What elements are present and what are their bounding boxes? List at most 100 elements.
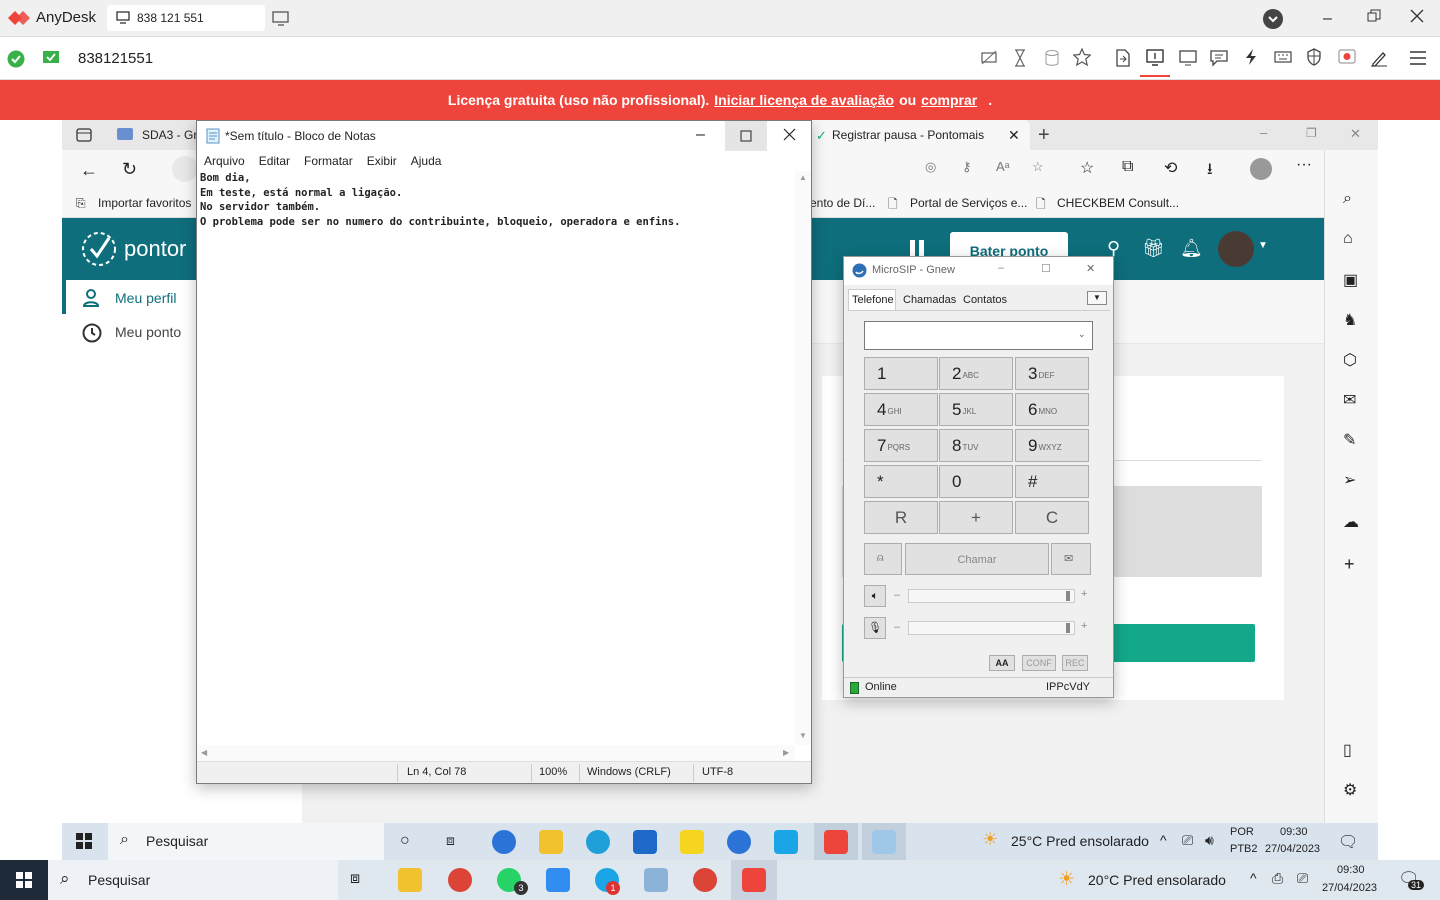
app-f-icon[interactable] xyxy=(546,868,570,892)
minimize-icon[interactable]: – xyxy=(1323,10,1332,28)
call-button[interactable]: Chamar xyxy=(905,543,1049,575)
key-star[interactable]: * xyxy=(864,465,938,498)
close-tab-icon[interactable]: ✕ xyxy=(1008,127,1020,144)
notification-icon[interactable]: 🗨︎ xyxy=(1338,832,1358,852)
sip-maximize-icon[interactable]: ☐ xyxy=(1041,262,1051,275)
chevron-down-icon[interactable]: ⌄ xyxy=(1078,329,1086,340)
search-icon[interactable]: ⌕ xyxy=(1343,190,1352,208)
meet-now-icon[interactable]: ⎙ xyxy=(1272,870,1283,887)
anydesk-local-active[interactable] xyxy=(731,860,777,900)
send-icon[interactable]: ➢ xyxy=(1343,470,1356,490)
sidebar-item-meu-perfil[interactable]: Meu perfil xyxy=(115,290,176,306)
tab-chamadas[interactable]: Chamadas xyxy=(903,294,956,306)
sip-menu-dropdown[interactable]: ▼ xyxy=(1087,291,1107,305)
privacy-icon[interactable] xyxy=(980,49,998,67)
key-r[interactable]: R xyxy=(864,501,938,534)
local-time[interactable]: 09:30 xyxy=(1337,864,1365,876)
gift-icon[interactable]: 🎁︎ xyxy=(1142,238,1165,259)
horizontal-scrollbar[interactable]: ◀ ▶ xyxy=(197,745,795,761)
remote-lang-2[interactable]: PTB2 xyxy=(1230,843,1258,855)
chrome-icon-2[interactable] xyxy=(693,868,717,892)
notepad-maximize-button[interactable] xyxy=(725,121,767,151)
key-3[interactable]: 3 DEF xyxy=(1015,357,1089,390)
favorite-item-3[interactable]: CHECKBEM Consult... xyxy=(1057,196,1179,210)
notepad-close-icon[interactable] xyxy=(783,128,796,141)
record-icon[interactable] xyxy=(1338,49,1356,65)
key-4[interactable]: 4 GHI xyxy=(864,393,938,426)
back-icon[interactable]: ← xyxy=(80,160,98,181)
edge-taskbar-icon[interactable] xyxy=(586,830,610,854)
hamburger-menu-icon[interactable] xyxy=(1409,50,1427,66)
notepad-minimize-icon[interactable]: – xyxy=(696,126,705,144)
paint-icon[interactable] xyxy=(644,868,668,892)
key-9[interactable]: 9 WXYZ xyxy=(1015,429,1089,462)
draw-pen-icon[interactable] xyxy=(1370,49,1388,67)
speaker-slider-thumb[interactable] xyxy=(1066,591,1070,601)
new-session-icon[interactable] xyxy=(272,11,290,27)
key-2[interactable]: 2 ABC xyxy=(939,357,1013,390)
briefcase-icon[interactable]: ▣ xyxy=(1343,270,1358,290)
outlook-icon[interactable]: ✉ xyxy=(1343,390,1356,410)
hourglass-icon[interactable] xyxy=(1013,49,1027,67)
favorite-item-1[interactable]: ento de Dí... xyxy=(810,196,875,210)
outlook-taskbar-icon[interactable] xyxy=(633,830,657,854)
refresh-icon[interactable]: ↻ xyxy=(122,159,137,180)
mic-slider-thumb[interactable] xyxy=(1066,623,1070,633)
local-date[interactable]: 27/04/2023 xyxy=(1322,882,1377,894)
download-icon[interactable]: ⭳ xyxy=(1207,158,1213,185)
location-icon[interactable]: ◎ xyxy=(925,159,936,175)
anydesk-taskbar-active[interactable] xyxy=(814,823,858,860)
task-view-icon[interactable]: ⧈ xyxy=(350,870,360,888)
user-avatar[interactable] xyxy=(1218,231,1254,267)
scroll-right-icon[interactable]: ▶ xyxy=(783,748,789,757)
drop-icon[interactable]: ☁ xyxy=(1343,512,1359,532)
edge-close-icon[interactable]: ✕ xyxy=(1350,126,1361,142)
conf-button[interactable]: CONF xyxy=(1022,655,1056,671)
menu-editar[interactable]: Editar xyxy=(259,154,290,168)
aa-button[interactable]: AA xyxy=(989,655,1015,671)
tray-chevron-icon[interactable]: ^ xyxy=(1250,870,1257,886)
sip-minimize-icon[interactable]: – xyxy=(998,262,1004,274)
rec-button[interactable]: REC xyxy=(1062,655,1088,671)
close-icon[interactable] xyxy=(1410,9,1424,23)
menu-exibir[interactable]: Exibir xyxy=(367,154,397,168)
remote-lang-1[interactable]: POR xyxy=(1230,826,1254,838)
remote-weather[interactable]: 25°C Pred ensolarado xyxy=(1011,833,1149,849)
add-app-icon[interactable]: + xyxy=(1344,554,1355,575)
speaker-button[interactable]: 🔈︎ xyxy=(864,585,886,607)
key-hash[interactable]: # xyxy=(1015,465,1089,498)
menu-arquivo[interactable]: Arquivo xyxy=(204,154,245,168)
bell-icon[interactable]: 🔔︎ xyxy=(1180,238,1203,259)
games-icon[interactable]: ♞ xyxy=(1343,310,1357,330)
import-favorites-link[interactable]: Importar favoritos xyxy=(98,196,191,210)
scroll-down-icon[interactable]: ▼ xyxy=(799,731,807,740)
history-icon[interactable]: ⟲ xyxy=(1164,158,1177,178)
menu-formatar[interactable]: Formatar xyxy=(304,154,353,168)
pause-icon[interactable] xyxy=(907,238,927,258)
key-8[interactable]: 8 TUV xyxy=(939,429,1013,462)
key-icon[interactable]: ⚷ xyxy=(962,159,972,175)
shield-icon[interactable] xyxy=(1306,48,1322,66)
remote-time[interactable]: 09:30 xyxy=(1280,826,1308,838)
star-icon[interactable] xyxy=(1073,48,1091,66)
chat-icon[interactable] xyxy=(1210,49,1228,67)
address-bar-edge[interactable] xyxy=(172,156,198,182)
display-button[interactable] xyxy=(1140,46,1170,77)
anydesk-menu-icon[interactable] xyxy=(1262,8,1284,30)
edge-tab-pontomais[interactable]: ✓ Registrar pausa - Pontomais ✕ xyxy=(808,120,1030,150)
remote-search-box[interactable]: ⌕ Pesquisar xyxy=(108,823,384,860)
network-icon[interactable]: ⎚ xyxy=(1182,832,1193,849)
edge-minimize-icon[interactable]: – xyxy=(1260,125,1267,140)
tray-chevron-icon[interactable]: ^ xyxy=(1160,832,1167,848)
new-tab-icon[interactable]: + xyxy=(1038,124,1050,147)
settings-gear-icon[interactable]: ⚙ xyxy=(1343,780,1357,800)
microsip-taskbar-icon-2[interactable] xyxy=(727,830,751,854)
session-tab[interactable]: 838 121 551 xyxy=(107,5,265,31)
network-icon[interactable]: ⎚ xyxy=(1297,870,1308,887)
sticky-notes-icon[interactable] xyxy=(680,830,704,854)
file-explorer-icon[interactable] xyxy=(539,830,563,854)
buy-link[interactable]: comprar xyxy=(921,92,977,108)
favorite-item-2[interactable]: Portal de Serviços e... xyxy=(910,196,1027,210)
key-5[interactable]: 5 JKL xyxy=(939,393,1013,426)
monitor-icon-2[interactable] xyxy=(1179,49,1197,67)
